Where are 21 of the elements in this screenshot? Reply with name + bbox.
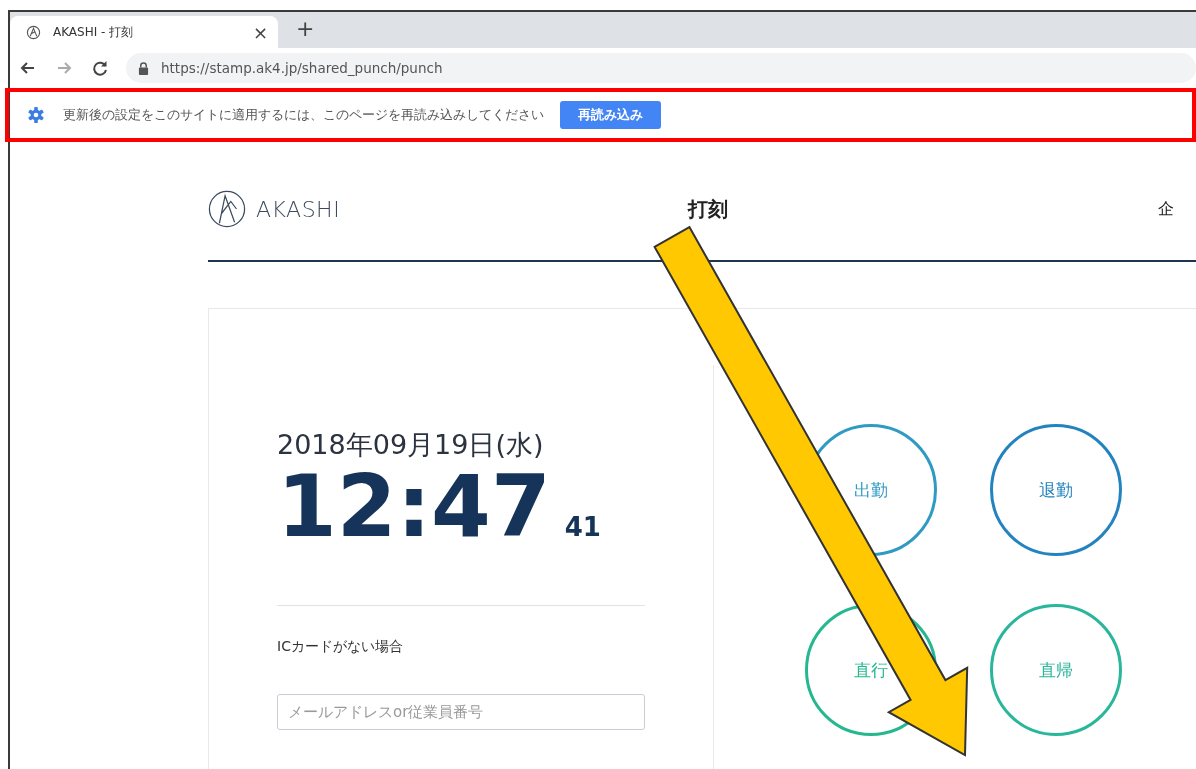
logo-icon — [26, 24, 41, 40]
no-ic-card-label: ICカードがない場合 — [277, 638, 404, 656]
date-text: 2018年09月19日(水) — [277, 428, 545, 462]
logo-text: AKASHI — [256, 196, 341, 222]
page-title: 打刻 — [688, 195, 729, 223]
clock-time: 12:47 — [277, 463, 551, 549]
address-field[interactable]: https://stamp.ak4.jp/shared_punch/punch — [126, 53, 1196, 83]
punch-button[interactable]: 退勤 — [990, 424, 1122, 556]
info-message: 更新後の設定をこのサイトに適用するには、このページを再読み込みしてください — [63, 106, 544, 124]
close-tab-button[interactable]: × — [252, 21, 268, 43]
new-tab-button[interactable]: + — [296, 15, 315, 41]
gear-icon — [27, 106, 45, 124]
id-input-field[interactable]: メールアドレスor従業員番号 — [277, 694, 645, 730]
reload-button[interactable]: 再読み込み — [560, 101, 661, 129]
tab-title: AKASHI - 打刻 — [53, 23, 135, 41]
reload-icon[interactable] — [90, 58, 110, 78]
logo-icon — [208, 190, 246, 228]
clock-seconds: 41 — [564, 512, 601, 542]
browser-tab[interactable]: AKASHI - 打刻 × — [10, 16, 278, 48]
lock-icon — [138, 61, 149, 75]
nav-link[interactable]: 企 — [1158, 198, 1174, 220]
